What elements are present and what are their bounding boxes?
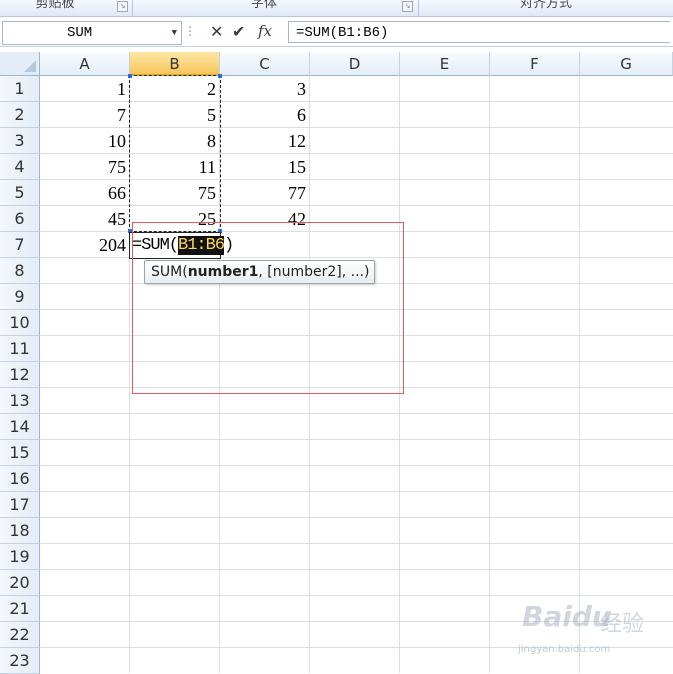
ribbon-group-font[interactable]: 字体	[133, 0, 395, 16]
watermark-suffix: 经验	[600, 612, 645, 637]
formula-buttons: ⋮ ✕ ✔ fx	[184, 21, 284, 45]
grid-line	[40, 465, 673, 466]
cell-a5[interactable]: 66	[40, 180, 130, 206]
cell-c1[interactable]: 3	[220, 76, 310, 102]
range-handle[interactable]	[218, 74, 222, 78]
grid-line	[40, 569, 673, 570]
cell-a7[interactable]: 204	[40, 232, 130, 258]
row-header-20[interactable]: 20	[0, 570, 40, 596]
column-header-f[interactable]: F	[490, 52, 580, 76]
column-header-c[interactable]: C	[220, 52, 310, 76]
grid-line	[40, 491, 673, 492]
annotation-box	[132, 222, 404, 394]
row-header-14[interactable]: 14	[0, 414, 40, 440]
name-box-value: SUM	[67, 25, 93, 41]
grid-line	[40, 517, 673, 518]
row-header-2[interactable]: 2	[0, 102, 40, 128]
row-header-12[interactable]: 12	[0, 362, 40, 388]
watermark-brand: Baidu	[522, 600, 612, 633]
insert-function-icon[interactable]: fx	[258, 22, 272, 40]
grid-line	[40, 413, 673, 414]
select-all-button[interactable]	[0, 52, 40, 76]
row-header-3[interactable]: 3	[0, 128, 40, 154]
row-header-1[interactable]: 1	[0, 76, 40, 102]
baidu-watermark-logo: Baidu 经验 jingyan.baidu.com	[512, 592, 672, 662]
row-header-4[interactable]: 4	[0, 154, 40, 180]
row-header-5[interactable]: 5	[0, 180, 40, 206]
row-header-22[interactable]: 22	[0, 622, 40, 648]
cell-c4[interactable]: 15	[220, 154, 310, 180]
ribbon-group-clipboard[interactable]: 剪贴板	[0, 0, 110, 16]
row-header-6[interactable]: 6	[0, 206, 40, 232]
row-header-13[interactable]: 13	[0, 388, 40, 414]
row-header-16[interactable]: 16	[0, 466, 40, 492]
enter-icon[interactable]: ✔	[232, 22, 245, 42]
watermark-url: jingyan.baidu.com	[518, 644, 611, 655]
range-handle[interactable]	[128, 74, 132, 78]
formula-bar: SUM ▼ ⋮ ✕ ✔ fx =SUM(B1:B6)	[0, 17, 673, 47]
ribbon-bar: 剪贴板 ↘ 字体 ↘ 对齐方式	[0, 0, 673, 17]
column-header-e[interactable]: E	[400, 52, 490, 76]
grid-line	[40, 439, 673, 440]
cell-a3[interactable]: 10	[40, 128, 130, 154]
cell-a1[interactable]: 1	[40, 76, 130, 102]
row-header-18[interactable]: 18	[0, 518, 40, 544]
row-header-8[interactable]: 8	[0, 258, 40, 284]
font-launcher-icon[interactable]: ↘	[402, 1, 413, 12]
column-header-b[interactable]: B	[130, 52, 220, 76]
column-header-g[interactable]: G	[580, 52, 673, 76]
cancel-icon[interactable]: ✕	[210, 22, 223, 42]
row-header-10[interactable]: 10	[0, 310, 40, 336]
row-header-7[interactable]: 7	[0, 232, 40, 258]
clipboard-launcher-icon[interactable]: ↘	[117, 1, 128, 12]
chevron-down-icon[interactable]: ▼	[172, 22, 177, 44]
ribbon-group-alignment[interactable]: 对齐方式	[419, 0, 673, 16]
range-selection-border	[128, 74, 222, 233]
cell-a2[interactable]: 7	[40, 102, 130, 128]
row-header-23[interactable]: 23	[0, 648, 40, 674]
column-header-d[interactable]: D	[310, 52, 400, 76]
row-header-15[interactable]: 15	[0, 440, 40, 466]
column-header-a[interactable]: A	[40, 52, 130, 76]
formula-input[interactable]: =SUM(B1:B6)	[288, 21, 670, 43]
cell-a6[interactable]: 45	[40, 206, 130, 232]
grid-line	[579, 76, 580, 673]
grip-icon: ⋮	[184, 24, 196, 38]
cell-a4[interactable]: 75	[40, 154, 130, 180]
cell-c3[interactable]: 12	[220, 128, 310, 154]
row-header-11[interactable]: 11	[0, 336, 40, 362]
name-box[interactable]: SUM ▼	[2, 21, 182, 45]
row-header-19[interactable]: 19	[0, 544, 40, 570]
row-header-21[interactable]: 21	[0, 596, 40, 622]
row-header-9[interactable]: 9	[0, 284, 40, 310]
row-header-17[interactable]: 17	[0, 492, 40, 518]
grid-line	[489, 76, 490, 673]
grid-line	[40, 543, 673, 544]
cell-c2[interactable]: 6	[220, 102, 310, 128]
cell-c5[interactable]: 77	[220, 180, 310, 206]
